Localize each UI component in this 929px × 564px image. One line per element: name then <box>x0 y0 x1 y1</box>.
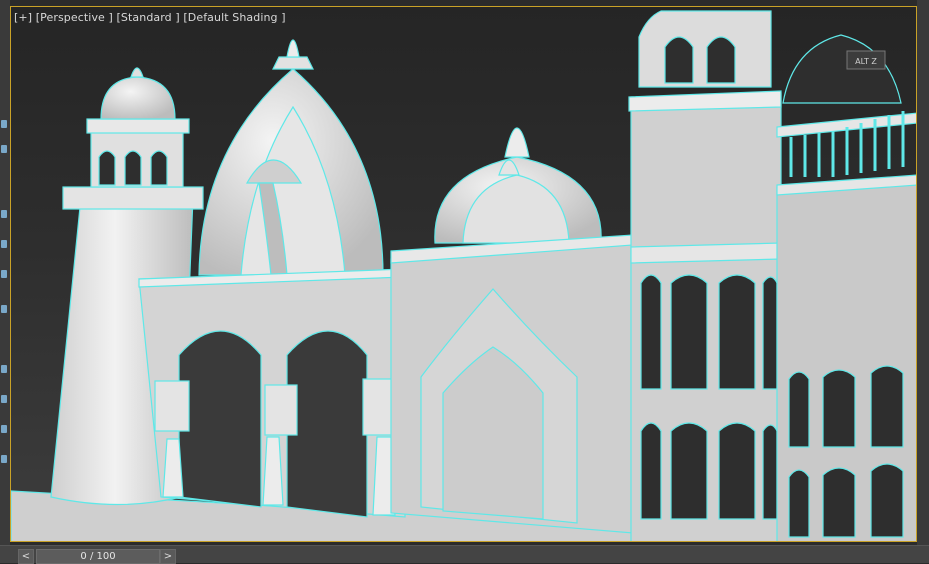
tool-icon[interactable] <box>1 145 7 153</box>
right-dome <box>434 127 602 244</box>
tool-icon[interactable] <box>1 365 7 373</box>
viewport-view-menu[interactable]: [Perspective ] <box>36 11 113 24</box>
middle-wall <box>390 234 634 534</box>
far-right-building <box>776 34 916 541</box>
left-toolbar-strip <box>0 0 10 545</box>
viewport-style-menu[interactable]: [Standard ] <box>117 11 180 24</box>
3d-scene[interactable]: ALT Z <box>11 7 917 542</box>
viewcube-gizmo: ALT Z <box>846 50 886 70</box>
right-panel-strip <box>917 0 929 545</box>
tool-icon[interactable] <box>1 425 7 433</box>
tool-icon[interactable] <box>1 455 7 463</box>
tool-icon[interactable] <box>1 120 7 128</box>
viewport-label-menu[interactable]: [+] [Perspective ] [Standard ] [Default … <box>14 11 286 24</box>
viewport-plus-menu[interactable]: [+] <box>14 11 32 24</box>
right-tall-tower <box>628 10 782 541</box>
central-shikhara <box>198 39 384 276</box>
tool-icon[interactable] <box>1 305 7 313</box>
tool-icon[interactable] <box>1 270 7 278</box>
perspective-viewport[interactable]: ALT Z [+] [Perspective ] [Standard ] [De… <box>10 6 917 542</box>
building-model <box>11 10 916 541</box>
tool-icon[interactable] <box>1 240 7 248</box>
viewport-shading-menu[interactable]: [Default Shading ] <box>183 11 285 24</box>
arcade-block <box>138 268 406 518</box>
gizmo-text: ALT Z <box>855 57 877 66</box>
tool-icon[interactable] <box>1 395 7 403</box>
tool-icon[interactable] <box>1 210 7 218</box>
timeline-bar[interactable]: < 0 / 100 > <box>0 545 929 564</box>
